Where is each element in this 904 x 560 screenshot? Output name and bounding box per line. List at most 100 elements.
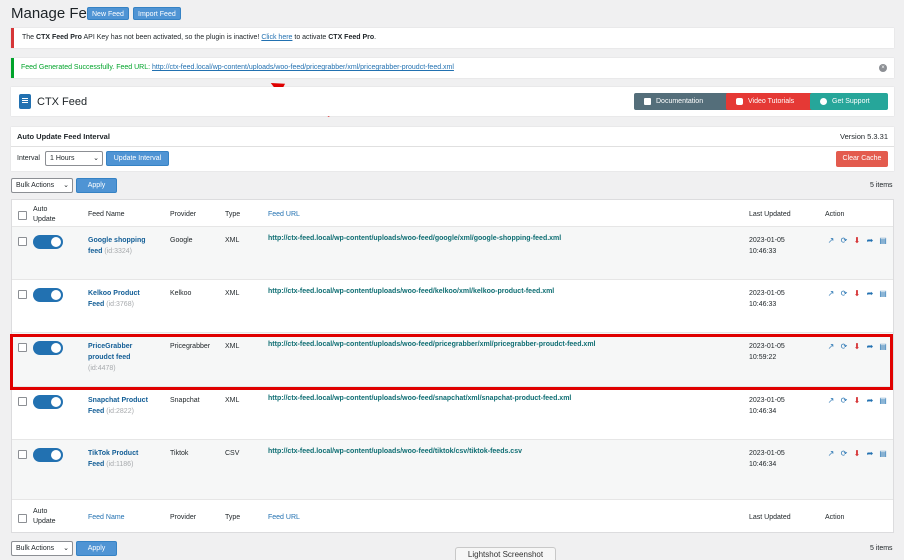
manage-feed-page: Manage Feed New Feed Import Feed The CTX… — [0, 0, 904, 560]
row-checkbox[interactable] — [18, 237, 27, 246]
feed-name-link[interactable]: Google shopping feed (id:3324) — [88, 235, 158, 257]
update-interval-button[interactable]: Update Interval — [106, 151, 169, 166]
type-cell: XML — [225, 397, 240, 404]
activate-link[interactable]: Click here — [261, 34, 292, 41]
auto-update-toggle[interactable] — [33, 341, 63, 355]
documentation-label: Documentation — [656, 98, 704, 105]
feed-name-text: Feed — [88, 461, 105, 468]
col-feed-name: Feed Name — [88, 211, 125, 218]
feed-name-line: Feed (id:1186) — [88, 459, 158, 470]
generated-feed-url-link[interactable]: http://ctx-feed.local/wp-content/uploads… — [152, 64, 454, 71]
items-count-bottom: 5 items — [870, 545, 893, 552]
export-icon[interactable]: ➦ — [866, 289, 874, 298]
col-feed-url[interactable]: Feed URL — [268, 514, 300, 521]
log-file-icon[interactable]: ▤ — [879, 449, 887, 458]
new-feed-button[interactable]: New Feed — [87, 7, 129, 20]
auto-update-toggle[interactable] — [33, 395, 63, 409]
last-updated-time: 10:59:22 — [749, 354, 777, 361]
documentation-button[interactable]: Documentation — [634, 93, 737, 110]
feed-name-link[interactable]: TikTok Product Feed (id:1186) — [88, 448, 158, 470]
open-link-icon[interactable]: ↗ — [827, 289, 835, 298]
row-actions: ↗ ⟳ ⬇ ➦ ▤ — [827, 396, 889, 406]
row-checkbox[interactable] — [18, 343, 27, 352]
row-checkbox[interactable] — [18, 397, 27, 406]
export-icon[interactable]: ➦ — [866, 342, 874, 351]
feed-url-link[interactable]: http://ctx-feed.local/wp-content/uploads… — [268, 395, 571, 402]
import-feed-button[interactable]: Import Feed — [133, 7, 181, 20]
row-checkbox[interactable] — [18, 290, 27, 299]
download-icon[interactable]: ⬇ — [853, 236, 861, 245]
regenerate-icon[interactable]: ⟳ — [840, 449, 848, 458]
feed-name-line: feed (id:3324) — [88, 246, 158, 257]
export-icon[interactable]: ➦ — [866, 236, 874, 245]
type-cell: XML — [225, 343, 240, 350]
interval-selected-value: 1 Hours — [50, 155, 75, 162]
download-icon[interactable]: ⬇ — [853, 342, 861, 351]
log-file-icon[interactable]: ▤ — [879, 342, 887, 351]
open-link-icon[interactable]: ↗ — [827, 449, 835, 458]
row-actions: ↗ ⟳ ⬇ ➦ ▤ — [827, 449, 889, 459]
open-link-icon[interactable]: ↗ — [827, 236, 835, 245]
feed-url-link[interactable]: http://ctx-feed.local/wp-content/uploads… — [268, 341, 596, 348]
log-file-icon[interactable]: ▤ — [879, 236, 887, 245]
bulk-actions-select-bottom[interactable]: Bulk Actions ⌄ — [11, 541, 73, 556]
chevron-down-icon: ⌄ — [93, 155, 99, 162]
auto-update-toggle[interactable] — [33, 235, 63, 249]
col-feed-url[interactable]: Feed URL — [268, 211, 300, 218]
feed-url-link[interactable]: http://ctx-feed.local/wp-content/uploads… — [268, 288, 554, 295]
last-updated-time: 10:46:33 — [749, 301, 777, 308]
col-last-updated: Last Updated — [749, 514, 791, 521]
type-cell: CSV — [225, 450, 240, 457]
dismiss-notice-icon[interactable]: × — [879, 64, 887, 72]
auto-update-interval-panel: Auto Update Feed Interval Version 5.3.31… — [11, 127, 894, 171]
apply-button-bottom[interactable]: Apply — [76, 541, 117, 556]
activation-error-notice: The CTX Feed Pro API Key has not been ac… — [11, 28, 894, 48]
bulk-actions-select-top[interactable]: Bulk Actions ⌄ — [11, 178, 73, 193]
feed-name-link[interactable]: PriceGrabber proudct feed (id:4478) — [88, 341, 158, 374]
success-text: Feed Generated Successfully. Feed URL: — [21, 64, 152, 71]
feed-id: (id:3324) — [104, 248, 132, 255]
get-support-button[interactable]: Get Support — [810, 93, 888, 110]
col-feed-name[interactable]: Feed Name — [88, 514, 125, 521]
regenerate-icon[interactable]: ⟳ — [840, 236, 848, 245]
feed-url-link[interactable]: http://ctx-feed.local/wp-content/uploads… — [268, 235, 561, 242]
lightshot-tab[interactable]: Lightshot Screenshot — [455, 547, 556, 560]
row-actions: ↗ ⟳ ⬇ ➦ ▤ — [827, 289, 889, 299]
interval-label: Interval — [17, 155, 40, 162]
feed-name-link[interactable]: Kelkoo Product Feed (id:3768) — [88, 288, 158, 310]
export-icon[interactable]: ➦ — [866, 396, 874, 405]
row-checkbox[interactable] — [18, 450, 27, 459]
export-icon[interactable]: ➦ — [866, 449, 874, 458]
select-all-checkbox[interactable] — [18, 211, 27, 220]
interval-select[interactable]: 1 Hours ⌄ — [45, 151, 103, 166]
download-icon[interactable]: ⬇ — [853, 289, 861, 298]
table-row: PriceGrabber proudct feed (id:4478) Pricegr… — [12, 332, 893, 386]
notice-bold: CTX Feed Pro — [328, 34, 375, 41]
log-file-icon[interactable]: ▤ — [879, 289, 887, 298]
notice-bold: CTX Feed Pro — [36, 34, 82, 41]
log-file-icon[interactable]: ▤ — [879, 396, 887, 405]
auto-update-toggle[interactable] — [33, 288, 63, 302]
provider-cell: Google — [170, 237, 193, 244]
feed-name-line: proudct feed — [88, 352, 158, 363]
auto-update-toggle[interactable] — [33, 448, 63, 462]
table-row: TikTok Product Feed (id:1186) Tiktok CSV htt… — [12, 439, 893, 499]
chevron-down-icon: ⌄ — [63, 545, 69, 552]
col-auto-update: Auto — [33, 206, 48, 213]
col-action: Action — [825, 211, 845, 218]
select-all-checkbox-footer[interactable] — [18, 514, 27, 523]
regenerate-icon[interactable]: ⟳ — [840, 396, 848, 405]
table-row: Google shopping feed (id:3324) Google XML ht… — [12, 226, 893, 279]
video-tutorials-button[interactable]: Video Tutorials — [726, 93, 819, 110]
regenerate-icon[interactable]: ⟳ — [840, 289, 848, 298]
feed-url-link[interactable]: http://ctx-feed.local/wp-content/uploads… — [268, 448, 522, 455]
open-link-icon[interactable]: ↗ — [827, 342, 835, 351]
regenerate-icon[interactable]: ⟳ — [840, 342, 848, 351]
clear-cache-button[interactable]: Clear Cache — [836, 151, 888, 167]
download-icon[interactable]: ⬇ — [853, 449, 861, 458]
download-icon[interactable]: ⬇ — [853, 396, 861, 405]
apply-button-top[interactable]: Apply — [76, 178, 117, 193]
feed-name-link[interactable]: Snapchat Product Feed (id:2822) — [88, 395, 158, 417]
last-updated-date: 2023-01-05 — [749, 450, 785, 457]
open-link-icon[interactable]: ↗ — [827, 396, 835, 405]
